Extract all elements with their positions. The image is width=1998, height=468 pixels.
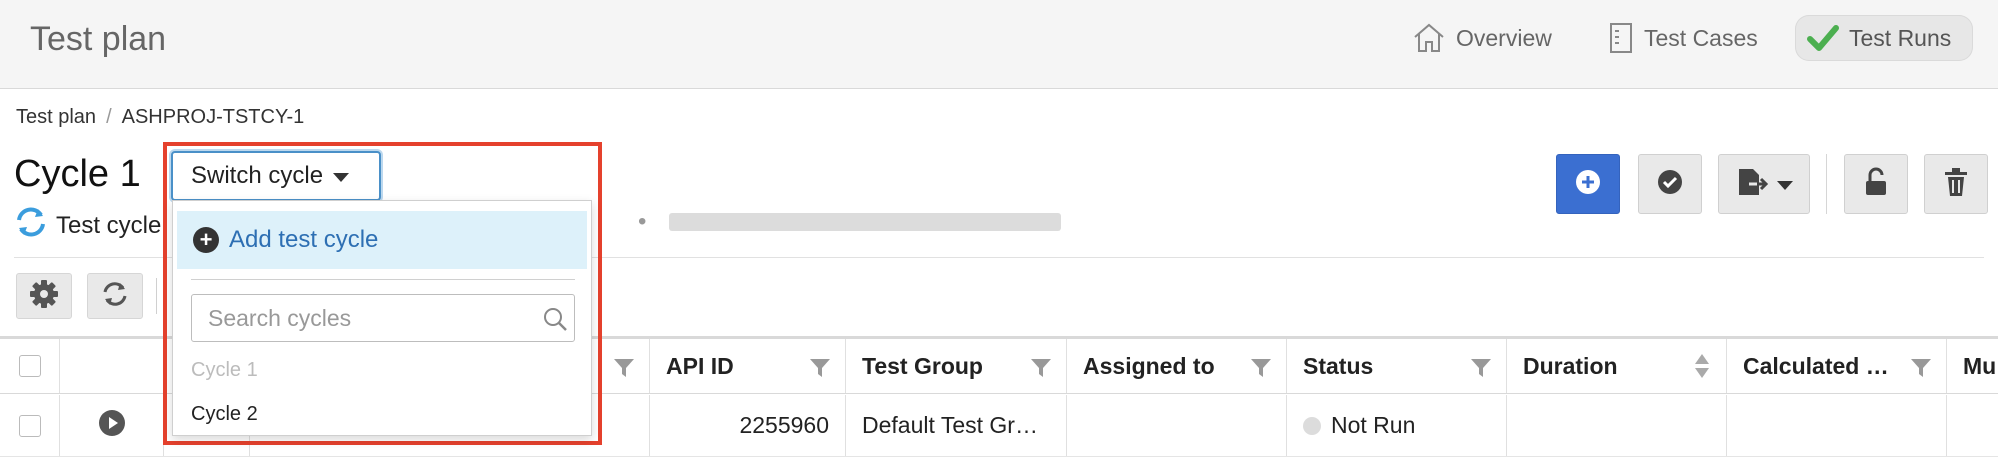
header-calculated-label: Calculated … — [1743, 352, 1889, 379]
check-circle-icon — [1656, 168, 1684, 201]
caret-down-icon — [1777, 180, 1793, 190]
cycle-option[interactable]: Cycle 2 — [191, 403, 258, 426]
row-calculated — [1727, 395, 1947, 456]
delete-button[interactable] — [1924, 154, 1988, 214]
status-dot-icon — [1303, 416, 1321, 435]
filter-icon[interactable] — [1250, 357, 1272, 385]
search-icon — [542, 306, 568, 337]
filter-icon[interactable] — [809, 357, 831, 385]
breadcrumb-separator: / — [106, 106, 112, 128]
switch-cycle-dropdown: + Add test cycle Cycle 1 Cycle 2 — [172, 200, 592, 436]
sync-icon — [14, 206, 48, 245]
plus-circle-icon: + — [193, 227, 219, 253]
search-cycles-input[interactable] — [191, 294, 575, 342]
lock-button[interactable] — [1844, 154, 1908, 214]
header-more-label: Mu — [1963, 352, 1997, 379]
nav-test-cases[interactable]: Test Cases — [1596, 15, 1770, 61]
complete-button[interactable] — [1638, 154, 1702, 214]
select-all-cell — [0, 339, 60, 393]
top-bar: Test plan Overview Test Cases Test Runs — [0, 0, 1998, 89]
row-checkbox[interactable] — [18, 414, 41, 437]
row-assigned-to — [1067, 395, 1287, 456]
header-calculated[interactable]: Calculated … — [1727, 339, 1947, 393]
filter-icon[interactable] — [1030, 357, 1052, 385]
header-duration-label: Duration — [1523, 352, 1618, 379]
dropdown-divider — [191, 279, 575, 280]
refresh-button[interactable] — [87, 273, 143, 319]
row-api-id: 2255960 — [650, 395, 846, 456]
header-test-group[interactable]: Test Group — [846, 339, 1067, 393]
nav-test-cases-label: Test Cases — [1644, 24, 1758, 51]
export-button[interactable] — [1718, 154, 1810, 214]
plus-circle-icon — [1574, 168, 1602, 201]
header-status-label: Status — [1303, 352, 1374, 379]
gear-icon — [29, 279, 59, 314]
add-test-cycle-item[interactable]: + Add test cycle — [177, 211, 587, 269]
filter-icon[interactable] — [613, 357, 635, 385]
breadcrumb: Test plan / ASHPROJ-TSTCY-1 — [16, 106, 304, 129]
header-duration[interactable]: Duration — [1507, 339, 1727, 393]
play-icon[interactable] — [98, 409, 126, 443]
nav-test-runs[interactable]: Test Runs — [1795, 15, 1973, 61]
header-api-id-label: API ID — [666, 352, 734, 379]
header-test-group-label: Test Group — [862, 352, 983, 379]
header-assigned-to[interactable]: Assigned to — [1067, 339, 1287, 393]
row-select-cell — [0, 395, 60, 456]
nav-overview[interactable]: Overview — [1400, 15, 1564, 61]
select-all-checkbox[interactable] — [18, 355, 41, 377]
breadcrumb-current: ASHPROJ-TSTCY-1 — [121, 106, 305, 128]
row-more — [1947, 395, 1998, 456]
add-test-cycle-label: Add test cycle — [229, 226, 379, 253]
refresh-icon — [101, 280, 129, 313]
toolbar-divider — [1826, 154, 1827, 214]
app-title: Test plan — [30, 20, 167, 58]
nav-test-runs-label: Test Runs — [1849, 24, 1952, 51]
row-duration — [1507, 395, 1727, 456]
meta-separator-dot: • — [638, 208, 647, 235]
export-icon — [1735, 167, 1769, 202]
progress-bar — [669, 213, 1061, 231]
trash-icon — [1943, 167, 1969, 202]
row-status: Not Run — [1287, 395, 1507, 456]
cycle-type-label: Test cycle — [56, 211, 162, 239]
checkmark-icon — [1807, 24, 1839, 52]
nav-overview-label: Overview — [1456, 24, 1552, 51]
toolbar-divider — [156, 278, 157, 314]
unlock-icon — [1863, 167, 1889, 202]
cycle-option[interactable]: Cycle 1 — [191, 359, 258, 382]
filter-icon[interactable] — [1470, 357, 1492, 385]
header-assigned-to-label: Assigned to — [1083, 352, 1215, 379]
header-status[interactable]: Status — [1287, 339, 1507, 393]
home-icon — [1412, 22, 1446, 54]
settings-button[interactable] — [16, 273, 72, 319]
row-test-group: Default Test Gr… — [846, 395, 1067, 456]
breadcrumb-root[interactable]: Test plan — [16, 106, 96, 129]
header-more[interactable]: Mu — [1947, 339, 1998, 393]
page-title: Cycle 1 — [14, 153, 141, 195]
add-button[interactable] — [1556, 154, 1620, 214]
row-status-label: Not Run — [1331, 412, 1416, 438]
filter-icon[interactable] — [1910, 357, 1932, 385]
sort-icon[interactable] — [1694, 353, 1710, 385]
cycle-meta: Test cycle — [14, 206, 161, 245]
header-run-cell — [60, 339, 164, 393]
row-run-cell — [60, 395, 164, 456]
document-icon — [1608, 22, 1634, 54]
header-api-id[interactable]: API ID — [650, 339, 846, 393]
